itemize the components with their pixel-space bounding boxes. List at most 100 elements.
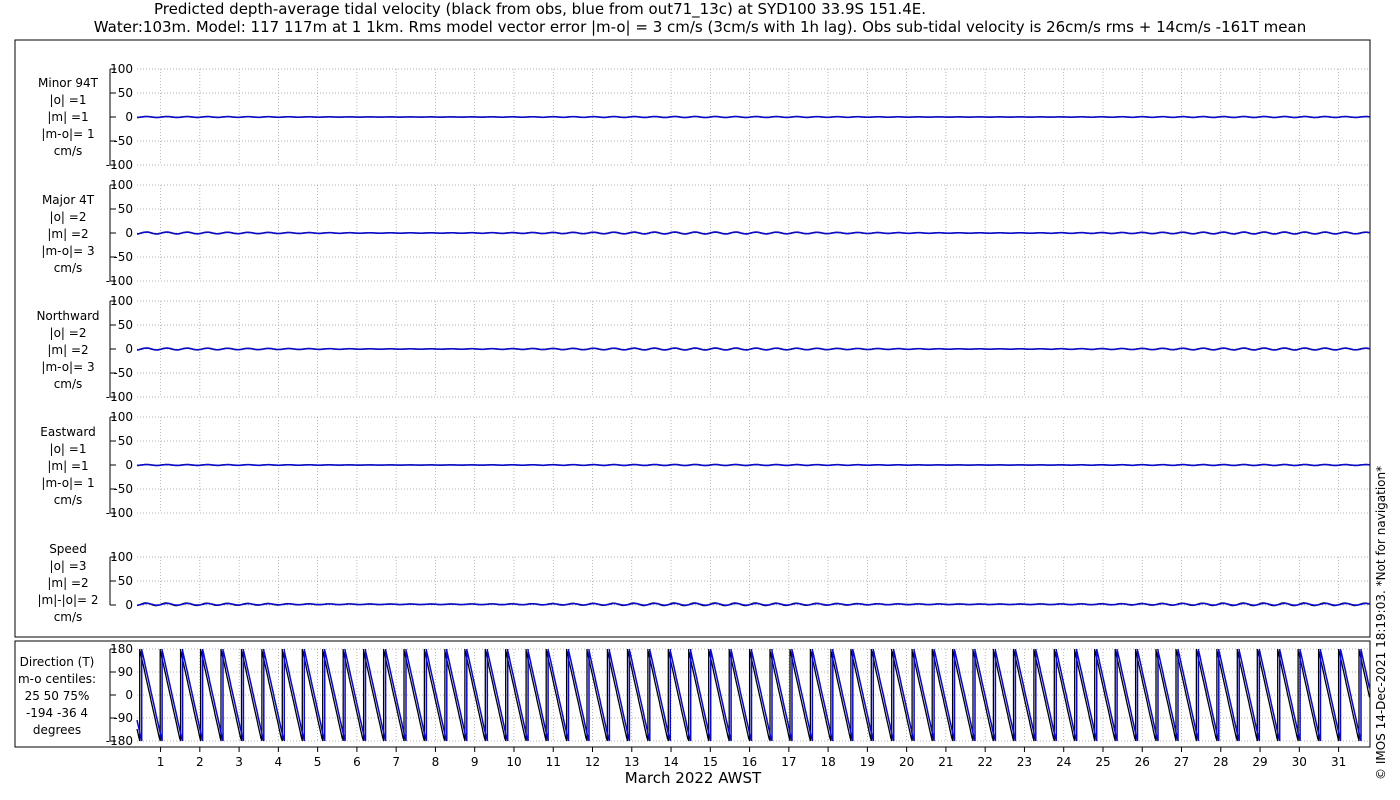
y-tick-label: 100 [110,410,133,424]
grid-layer [109,68,1370,752]
model-series-line [137,347,1371,351]
panel-label-line: cm/s [54,377,83,391]
y-tick-label: -100 [106,390,133,404]
panel-label-line: |o| =1 [50,442,87,456]
panel-label-line: Minor 94T [38,76,99,90]
panel-label-line: |m| =2 [47,343,88,357]
panel-label-line: |o| =3 [50,559,87,573]
x-tick-label: 3 [235,755,243,769]
x-axis-label: March 2022 AWST [625,769,762,787]
x-tick-label: 6 [353,755,361,769]
panel-label-line: degrees [33,723,81,737]
model-series-line [137,231,1371,235]
y-tick-label: 50 [118,202,133,216]
y-tick-label: 100 [110,178,133,192]
x-tick-label: 17 [781,755,796,769]
upper-frame [14,39,1371,638]
x-tick-label: 30 [1292,755,1307,769]
tidal-velocity-chart: 100500-50-100Minor 94T|o| =1|m| =1|m-o|=… [14,39,1371,787]
panel-label-line: -194 -36 4 [26,706,88,720]
panel-label-line: Eastward [40,425,95,439]
x-tick-label: 19 [860,755,875,769]
panel-label-line: |m-o|= 1 [41,476,94,490]
x-tick-label: 11 [546,755,561,769]
model-series-line [137,602,1371,606]
y-tick-label: -100 [106,274,133,288]
y-tick-label: -50 [113,366,133,380]
x-tick-label: 31 [1331,755,1346,769]
panel-label-line: |o| =2 [50,210,87,224]
model-series-line [136,115,1371,119]
y-tick-label: 100 [110,294,133,308]
y-tick-label: 50 [118,574,133,588]
x-tick-label: 8 [432,755,440,769]
panel-label-line: Direction (T) [20,655,95,669]
x-tick-label: 29 [1252,755,1267,769]
x-tick-label: 10 [506,755,521,769]
panel-label-line: cm/s [54,144,83,158]
x-tick-label: 23 [1017,755,1032,769]
panel-label-line: |o| =2 [50,326,87,340]
x-tick-label: 4 [275,755,283,769]
y-tick-label: 0 [125,110,133,124]
x-tick-label: 28 [1213,755,1228,769]
panel-label-line: cm/s [54,610,83,624]
panel-label-line: |m| =1 [47,110,88,124]
x-tick-label: 1 [157,755,165,769]
y-tick-label: 50 [118,318,133,332]
panel-label-line: m-o centiles: [18,672,96,686]
y-tick-label: 0 [125,342,133,356]
x-tick-label: 26 [1135,755,1150,769]
panel-label-line: |m| =2 [47,227,88,241]
y-tick-label: -50 [113,482,133,496]
panel-label-line: |m-o|= 3 [41,360,94,374]
x-tick-label: 13 [624,755,639,769]
y-tick-label: 50 [118,434,133,448]
y-tick-label: -90 [113,711,133,725]
panel-label-line: |o| =1 [50,93,87,107]
panel-label-line: Major 4T [42,193,95,207]
panel-label-line: Speed [49,542,87,556]
x-tick-label: 18 [820,755,835,769]
x-tick-label: 25 [1095,755,1110,769]
x-tick-label: 16 [742,755,757,769]
y-tick-label: -50 [113,134,133,148]
x-tick-label: 12 [585,755,600,769]
x-tick-label: 15 [703,755,718,769]
x-tick-label: 21 [938,755,953,769]
panel-label-line: cm/s [54,493,83,507]
x-tick-label: 7 [392,755,400,769]
text-layer: 100500-50-100Minor 94T|o| =1|m| =1|m-o|=… [18,62,1346,769]
model-series-line [136,463,1371,467]
panel-label-line: |m| =1 [47,459,88,473]
x-tick-label: 24 [1056,755,1071,769]
x-tick-label: 9 [471,755,479,769]
series-layer [136,115,1371,742]
x-tick-label: 20 [899,755,914,769]
y-tick-label: 100 [110,550,133,564]
y-tick-label: 0 [125,598,133,612]
y-tick-label: 0 [125,226,133,240]
panel-label-line: |m| =2 [47,576,88,590]
x-tick-label: 27 [1174,755,1189,769]
y-tick-label: 0 [125,688,133,702]
x-tick-label: 14 [663,755,678,769]
y-tick-label: -100 [106,158,133,172]
y-tick-label: 90 [118,665,133,679]
panel-label-line: cm/s [54,261,83,275]
panel-label-line: 25 50 75% [25,689,90,703]
y-tick-label: -100 [106,506,133,520]
panel-label-line: |m-o|= 1 [41,127,94,141]
x-tick-label: 2 [196,755,204,769]
panel-label-line: Northward [36,309,99,323]
y-tick-label: 100 [110,62,133,76]
y-tick-label: -180 [106,734,133,748]
panel-label-line: |m|-|o|= 2 [37,593,98,607]
x-tick-label: 22 [978,755,993,769]
y-tick-label: 50 [118,86,133,100]
panel-label-line: |m-o|= 3 [41,244,94,258]
y-tick-label: 180 [110,642,133,656]
y-tick-label: -50 [113,250,133,264]
x-tick-label: 5 [314,755,322,769]
y-tick-label: 0 [125,458,133,472]
